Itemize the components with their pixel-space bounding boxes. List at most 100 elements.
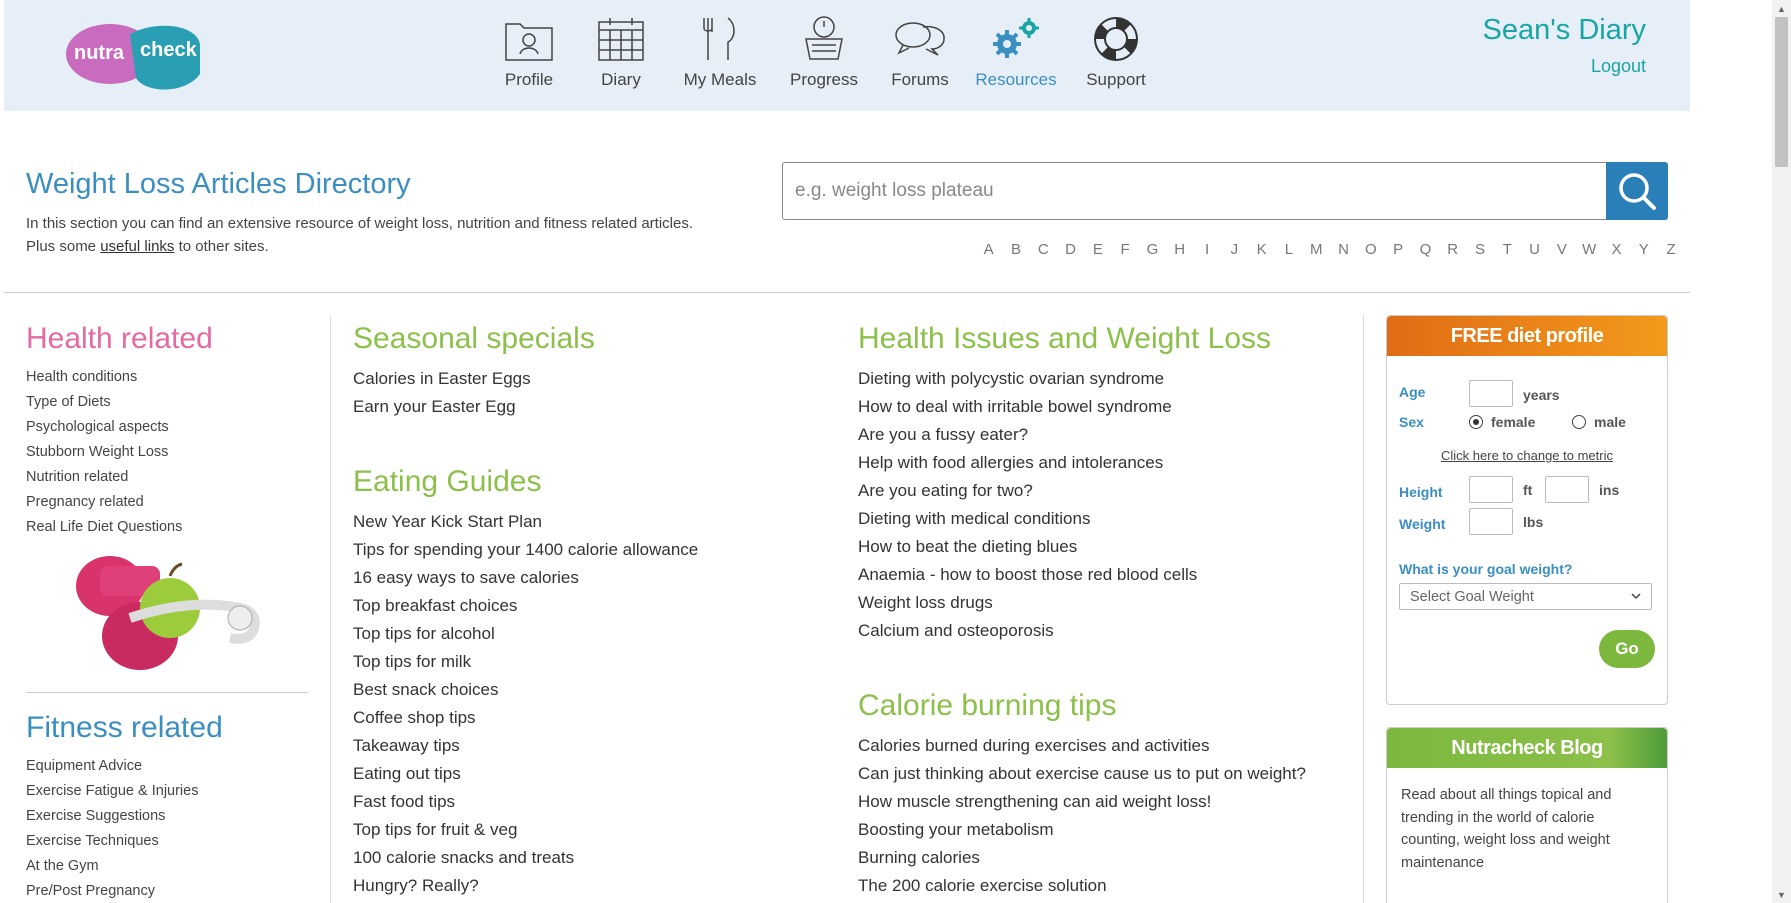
alphabet-letter[interactable]: T xyxy=(1494,241,1521,258)
article-link[interactable]: Top tips for alcohol xyxy=(353,620,833,648)
alphabet-letter[interactable]: Y xyxy=(1630,241,1657,258)
blog-title[interactable]: Nutracheck Blog xyxy=(1387,728,1667,768)
health-link[interactable]: Stubborn Weight Loss xyxy=(26,440,306,465)
article-link[interactable]: Weight loss drugs xyxy=(858,589,1348,617)
article-link[interactable]: 100 calorie snacks and treats xyxy=(353,844,833,872)
male-radio[interactable] xyxy=(1572,415,1586,429)
go-button[interactable]: Go xyxy=(1599,630,1655,668)
alphabet-letter[interactable]: C xyxy=(1030,241,1057,258)
fitness-link[interactable]: Exercise Techniques xyxy=(26,829,306,854)
height-ft-input[interactable] xyxy=(1469,476,1513,503)
article-link[interactable]: Are you eating for two? xyxy=(858,477,1348,505)
health-link[interactable]: Pregnancy related xyxy=(26,490,306,515)
nav-forums[interactable]: Forums xyxy=(874,14,966,90)
alphabet-letter[interactable]: D xyxy=(1057,241,1084,258)
change-to-metric-link[interactable]: Click here to change to metric xyxy=(1387,448,1667,463)
goal-weight-select[interactable]: Select Goal Weight xyxy=(1399,583,1652,610)
fitness-link[interactable]: Pre/Post Pregnancy xyxy=(26,879,306,903)
search-button[interactable] xyxy=(1606,162,1668,220)
alphabet-letter[interactable]: K xyxy=(1248,241,1275,258)
height-ins-input[interactable] xyxy=(1545,476,1589,503)
article-link[interactable]: Anaemia - how to boost those red blood c… xyxy=(858,561,1348,589)
article-link[interactable]: How to beat the dieting blues xyxy=(858,533,1348,561)
article-link[interactable]: Top breakfast choices xyxy=(353,592,833,620)
scrollbar-thumb[interactable] xyxy=(1775,17,1788,167)
article-link[interactable]: How muscle strengthening can aid weight … xyxy=(858,788,1348,816)
fitness-link[interactable]: Exercise Suggestions xyxy=(26,804,306,829)
article-link[interactable]: Calories in Easter Eggs xyxy=(353,365,833,393)
article-link[interactable]: New Year Kick Start Plan xyxy=(353,508,833,536)
article-link[interactable]: Help with food allergies and intolerance… xyxy=(858,449,1348,477)
fitness-link[interactable]: Equipment Advice xyxy=(26,754,306,779)
article-link[interactable]: Burning calories xyxy=(858,844,1348,872)
vertical-scrollbar[interactable]: ▲ ▼ xyxy=(1772,0,1791,903)
article-link[interactable]: Are you a fussy eater? xyxy=(858,421,1348,449)
alphabet-letter[interactable]: A xyxy=(975,241,1002,258)
article-link[interactable]: Tips for spending your 1400 calorie allo… xyxy=(353,536,833,564)
article-link[interactable]: Takeaway tips xyxy=(353,732,833,760)
nav-progress[interactable]: Progress xyxy=(774,14,874,90)
gears-icon xyxy=(986,14,1046,64)
alphabet-letter[interactable]: P xyxy=(1384,241,1411,258)
alphabet-letter[interactable]: G xyxy=(1139,241,1166,258)
nav-resources[interactable]: Resources xyxy=(966,14,1066,90)
article-link[interactable]: Eating out tips xyxy=(353,760,833,788)
health-link[interactable]: Real Life Diet Questions xyxy=(26,515,306,540)
article-link[interactable]: Dieting with polycystic ovarian syndrome xyxy=(858,365,1348,393)
alphabet-letter[interactable]: S xyxy=(1466,241,1493,258)
alphabet-letter[interactable]: W xyxy=(1576,241,1603,258)
nutracheck-logo[interactable]: nutra check xyxy=(66,14,206,94)
article-link[interactable]: Fast food tips xyxy=(353,788,833,816)
age-unit: years xyxy=(1523,387,1560,403)
article-link[interactable]: Best snack choices xyxy=(353,676,833,704)
nav-diary[interactable]: Diary xyxy=(576,14,666,90)
category-column: Health related Health conditions Type of … xyxy=(26,322,308,903)
fitness-link[interactable]: Exercise Fatigue & Injuries xyxy=(26,779,306,804)
article-link[interactable]: Dieting with medical conditions xyxy=(858,505,1348,533)
article-link[interactable]: Earn your Easter Egg xyxy=(353,393,833,421)
logout-link[interactable]: Logout xyxy=(1591,56,1646,77)
article-link[interactable]: How to deal with irritable bowel syndrom… xyxy=(858,393,1348,421)
age-input[interactable] xyxy=(1469,380,1513,407)
article-link[interactable]: Coffee shop tips xyxy=(353,704,833,732)
alphabet-letter[interactable]: N xyxy=(1330,241,1357,258)
alphabet-letter[interactable]: Z xyxy=(1657,241,1684,258)
article-link[interactable]: Hungry? Really? xyxy=(353,872,833,900)
health-link[interactable]: Psychological aspects xyxy=(26,415,306,440)
article-link[interactable]: Boosting your metabolism xyxy=(858,816,1348,844)
alphabet-letter[interactable]: J xyxy=(1221,241,1248,258)
article-link[interactable]: The 200 calorie exercise solution xyxy=(858,872,1348,900)
scroll-down-arrow-icon[interactable]: ▼ xyxy=(1772,886,1791,903)
weight-input[interactable] xyxy=(1469,508,1513,535)
alphabet-letter[interactable]: V xyxy=(1548,241,1575,258)
alphabet-letter[interactable]: L xyxy=(1275,241,1302,258)
nav-profile[interactable]: Profile xyxy=(482,14,576,90)
alphabet-letter[interactable]: Q xyxy=(1412,241,1439,258)
article-link[interactable]: Calcium and osteoporosis xyxy=(858,617,1348,645)
female-radio[interactable] xyxy=(1469,415,1483,429)
article-link[interactable]: Top tips for milk xyxy=(353,648,833,676)
nav-support[interactable]: Support xyxy=(1066,14,1166,90)
alphabet-letter[interactable]: R xyxy=(1439,241,1466,258)
article-link[interactable]: Top tips for fruit & veg xyxy=(353,816,833,844)
scroll-up-arrow-icon[interactable]: ▲ xyxy=(1772,0,1791,17)
alphabet-letter[interactable]: O xyxy=(1357,241,1384,258)
search-input[interactable] xyxy=(782,162,1608,220)
alphabet-letter[interactable]: U xyxy=(1521,241,1548,258)
useful-links-link[interactable]: useful links xyxy=(100,238,174,255)
alphabet-letter[interactable]: F xyxy=(1111,241,1138,258)
health-link[interactable]: Nutrition related xyxy=(26,465,306,490)
alphabet-letter[interactable]: E xyxy=(1084,241,1111,258)
alphabet-letter[interactable]: X xyxy=(1603,241,1630,258)
health-link[interactable]: Health conditions xyxy=(26,365,306,390)
article-link[interactable]: Can just thinking about exercise cause u… xyxy=(858,760,1348,788)
fitness-link[interactable]: At the Gym xyxy=(26,854,306,879)
health-link[interactable]: Type of Diets xyxy=(26,390,306,415)
alphabet-letter[interactable]: M xyxy=(1303,241,1330,258)
nav-my-meals[interactable]: My Meals xyxy=(666,14,774,90)
alphabet-letter[interactable]: B xyxy=(1002,241,1029,258)
article-link[interactable]: 16 easy ways to save calories xyxy=(353,564,833,592)
article-link[interactable]: Calories burned during exercises and act… xyxy=(858,732,1348,760)
alphabet-letter[interactable]: I xyxy=(1193,241,1220,258)
alphabet-letter[interactable]: H xyxy=(1166,241,1193,258)
